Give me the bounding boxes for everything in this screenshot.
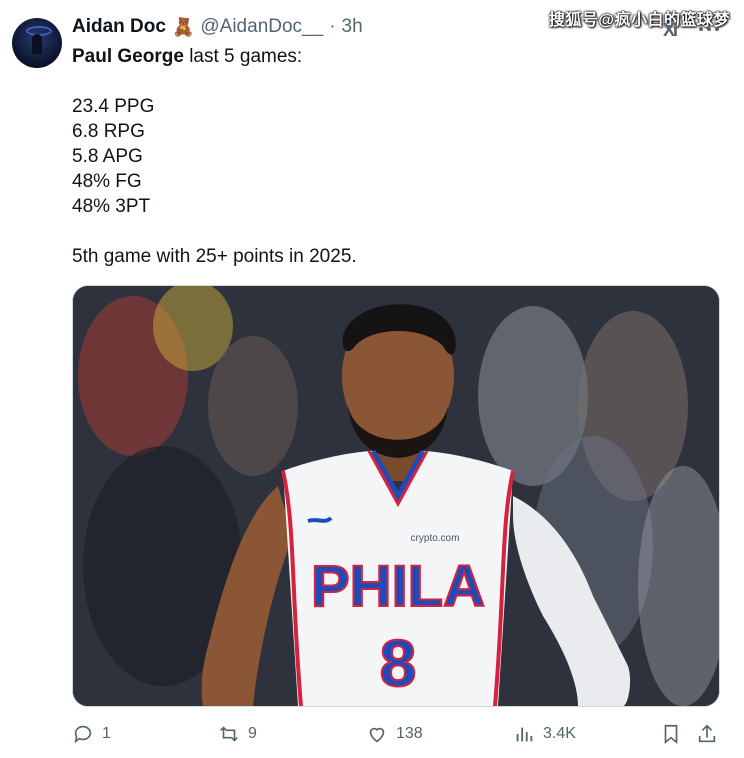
separator-dot: · <box>329 16 336 37</box>
jersey-number: 8 <box>380 626 417 700</box>
tweet: Aidan Doc 🧸 @AidanDoc__ · 3h 搜狐号@疯小白的篮球梦… <box>0 0 744 758</box>
author-handle[interactable]: @AidanDoc__ <box>200 16 323 38</box>
grok-logo-icon[interactable]: XI <box>663 20 678 41</box>
stat-line: 6.8 RPG <box>72 121 145 142</box>
like-button[interactable]: 138 <box>366 720 423 748</box>
player-photo-illustration: PHILA 8 crypto.com <box>73 286 719 706</box>
bookmark-icon <box>664 724 678 745</box>
repost-button[interactable]: 9 <box>218 720 257 748</box>
view-count: 3.4K <box>543 725 576 742</box>
reply-icon <box>74 725 92 744</box>
stat-line: 48% FG <box>72 171 142 192</box>
tweet-photo[interactable]: PHILA 8 crypto.com <box>72 285 720 707</box>
share-icon <box>698 724 716 743</box>
repost-count: 9 <box>248 725 257 742</box>
analytics-icon <box>516 727 533 742</box>
player-silhouette <box>32 34 42 54</box>
avatar[interactable] <box>12 18 62 68</box>
reply-button[interactable]: 1 <box>72 720 111 748</box>
repost-icon <box>220 726 238 742</box>
views-button[interactable]: 3.4K <box>513 720 576 748</box>
stat-line: 48% 3PT <box>72 196 151 217</box>
share-button[interactable] <box>696 720 718 748</box>
tweet-intro: Paul George last 5 games: <box>72 44 712 69</box>
bear-emoji-icon: 🧸 <box>171 17 195 37</box>
stat-line: 5.8 APG <box>72 146 143 167</box>
like-count: 138 <box>396 725 423 742</box>
heart-icon <box>369 727 385 743</box>
intro-rest: last 5 games: <box>183 46 303 67</box>
reply-count: 1 <box>102 725 111 742</box>
stat-line: 23.4 PPG <box>72 96 155 117</box>
more-options-icon[interactable] <box>697 18 721 40</box>
stat-list: 23.4 PPG 6.8 RPG 5.8 APG 48% FG 48% 3PT <box>72 94 712 219</box>
tweet-closing: 5th game with 25+ points in 2025. <box>72 246 357 267</box>
sponsor-text: crypto.com <box>411 533 460 544</box>
bookmark-button[interactable] <box>660 720 682 748</box>
timestamp[interactable]: 3h <box>342 16 363 38</box>
jersey-text: PHILA <box>311 554 485 619</box>
action-bar: 1 9 138 3.4K <box>72 720 718 748</box>
player-mention: Paul George <box>72 46 184 67</box>
tweet-text: Paul George last 5 games: 23.4 PPG 6.8 R… <box>72 44 712 269</box>
tweet-header: Aidan Doc 🧸 @AidanDoc__ · 3h <box>72 16 363 38</box>
author-name[interactable]: Aidan Doc <box>72 16 166 38</box>
